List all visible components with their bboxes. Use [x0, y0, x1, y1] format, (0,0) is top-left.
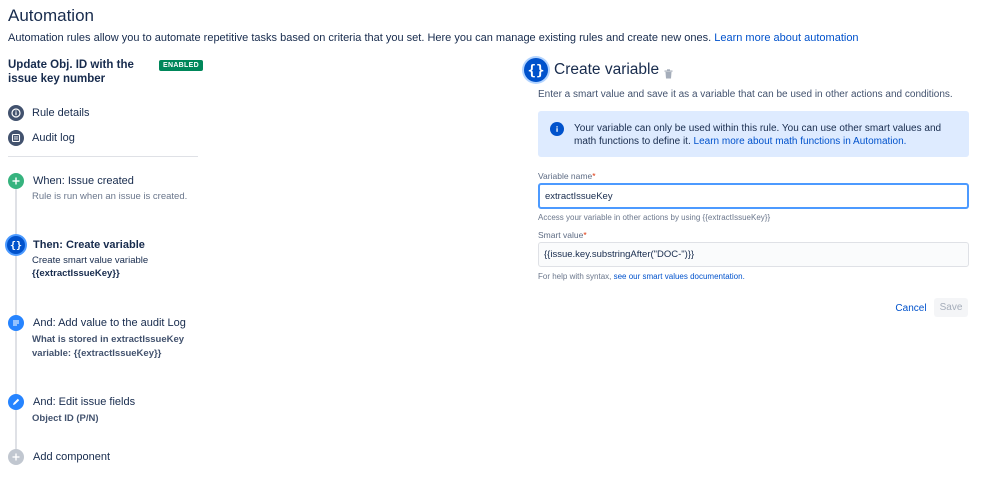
required-marker: *: [592, 171, 596, 181]
cancel-button[interactable]: Cancel: [890, 299, 932, 317]
info-message-text: Your variable can only be used within th…: [574, 122, 964, 148]
variable-name-label: Variable name*: [538, 171, 596, 181]
plus-icon: [8, 449, 24, 465]
smart-value-label-text: Smart value: [538, 230, 584, 240]
step-audit-log-value: variable: {{extractIssueKey}}: [32, 348, 162, 359]
intro-text: Automation rules allow you to automate r…: [8, 32, 712, 44]
smart-value-label: Smart value*: [538, 230, 587, 240]
rule-name: Update Obj. ID with the issue key number: [8, 59, 134, 85]
step-audit-log-desc: What is stored in extractIssueKey: [32, 334, 185, 345]
variable-name-input[interactable]: [538, 183, 969, 209]
math-functions-link[interactable]: Learn more about math functions in Autom…: [694, 136, 907, 147]
step-create-variable-desc: Create smart value variable: [32, 255, 149, 266]
rule-title: Update Obj. ID with the issue key number: [8, 58, 158, 86]
panel-title: Create variable: [554, 61, 660, 78]
smart-value-help: For help with syntax, see our smart valu…: [538, 272, 745, 281]
info-message: Your variable can only be used within th…: [538, 111, 969, 157]
page-intro: Automation rules allow you to automate r…: [8, 32, 859, 44]
plus-icon: [8, 173, 24, 189]
nav-rule-details-label: Rule details: [32, 107, 90, 119]
step-trigger-title: When: Issue created: [33, 175, 134, 187]
info-icon: [550, 122, 564, 136]
step-trigger-desc: Rule is run when an issue is created.: [32, 191, 188, 202]
page-title: Automation: [8, 6, 94, 25]
nav-audit-log-label: Audit log: [32, 132, 75, 144]
nav-audit-log[interactable]: Audit log: [8, 129, 75, 147]
nav-rule-details[interactable]: Rule details: [8, 104, 89, 122]
add-component-label: Add component: [33, 451, 111, 463]
document-icon: [8, 315, 24, 331]
required-marker: *: [583, 230, 587, 240]
enabled-badge: ENABLED: [159, 60, 203, 71]
info-circle-icon: [8, 105, 24, 121]
svg-text:{}: {}: [528, 63, 545, 79]
step-create-variable-name: {{extractIssueKey}}: [32, 268, 120, 279]
learn-more-automation-link[interactable]: Learn more about automation: [714, 32, 858, 44]
step-create-variable-title: Then: Create variable: [33, 239, 145, 251]
smart-value-help-text: For help with syntax,: [538, 272, 612, 281]
audit-log-icon: [8, 130, 24, 146]
smart-value-input[interactable]: [538, 242, 969, 267]
step-edit-fields-desc: Object ID (P/N): [32, 413, 99, 424]
braces-icon: {}: [7, 236, 25, 254]
step-edit-fields-title: And: Edit issue fields: [33, 396, 136, 408]
nav-divider: [8, 156, 198, 157]
smart-values-docs-link[interactable]: see our smart values documentation.: [614, 272, 745, 281]
trash-icon[interactable]: [664, 66, 673, 84]
braces-icon: {}: [524, 58, 548, 82]
variable-name-label-text: Variable name: [538, 171, 593, 181]
pencil-icon: [8, 394, 24, 410]
svg-text:{}: {}: [10, 241, 22, 252]
step-audit-log-title: And: Add value to the audit Log: [33, 317, 186, 329]
save-button[interactable]: Save: [934, 298, 968, 317]
panel-description: Enter a smart value and save it as a var…: [538, 89, 953, 100]
variable-name-help: Access your variable in other actions by…: [538, 213, 771, 222]
